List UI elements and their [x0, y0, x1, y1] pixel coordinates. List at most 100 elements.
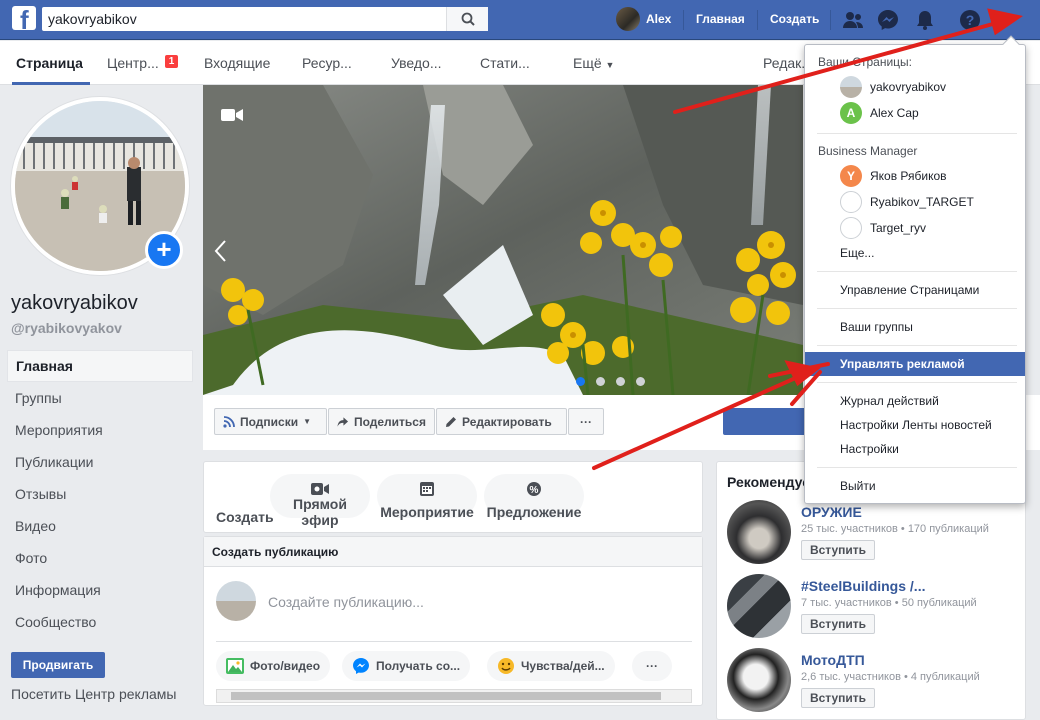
chevron-down-icon: ▼	[303, 417, 312, 426]
rss-icon	[223, 415, 235, 428]
photo-video-button[interactable]: Фото/видео	[216, 651, 331, 681]
divider	[817, 308, 1017, 309]
page-name: Alex Cap	[870, 106, 919, 120]
promote-button[interactable]: Продвигать	[11, 652, 105, 678]
menu-item-bm-ryabikov-target[interactable]: Ryabikov_TARGET	[840, 191, 974, 213]
your-pages-header: Ваши Страницы:	[818, 55, 913, 69]
friends-icon[interactable]	[841, 8, 865, 32]
tab-inbox[interactable]: Входящие	[204, 55, 270, 71]
cover-photo[interactable]	[203, 85, 803, 395]
join-group-button[interactable]: Вступить	[801, 688, 875, 708]
group-image[interactable]	[727, 648, 791, 712]
left-nav-home[interactable]: Главная	[7, 350, 193, 382]
post-composer: Создать публикацию Создайте публикацию..…	[203, 536, 703, 706]
menu-item-manage-pages[interactable]: Управление Страницами	[840, 283, 979, 297]
notifications-icon[interactable]	[913, 8, 937, 32]
divider	[830, 10, 831, 30]
left-nav-groups[interactable]: Группы	[7, 382, 193, 414]
get-messages-button[interactable]: Получать со...	[342, 651, 471, 681]
tab-center-label: Центр...	[107, 55, 159, 71]
left-nav-video[interactable]: Видео	[7, 510, 193, 542]
menu-item-news-feed-settings[interactable]: Настройки Ленты новостей	[840, 418, 992, 432]
event-button[interactable]: Мероприятие	[377, 474, 477, 520]
more-composer-options-button[interactable]: ···	[632, 651, 672, 681]
cover-image	[203, 85, 803, 395]
tab-more[interactable]: Ещё ▼	[573, 55, 614, 71]
slide-indicators	[576, 377, 645, 386]
feeling-activity-button[interactable]: Чувства/дей...	[487, 651, 615, 681]
group-name[interactable]: МотоДТП	[801, 652, 865, 668]
home-link[interactable]: Главная	[696, 12, 745, 26]
menu-item-logout[interactable]: Выйти	[840, 479, 876, 493]
messenger-icon[interactable]	[876, 8, 900, 32]
menu-item-page-yakovryabikov[interactable]: yakovryabikov	[840, 76, 946, 98]
search-input[interactable]: yakovryabikov	[42, 11, 446, 27]
live-video-button[interactable]: Прямой эфир	[270, 474, 370, 528]
account-name: Target_ryv	[870, 221, 927, 235]
slide-dot[interactable]	[616, 377, 625, 386]
event-label: Мероприятие	[380, 504, 474, 520]
search-box[interactable]: yakovryabikov	[42, 7, 488, 31]
previous-slide-icon[interactable]	[213, 239, 229, 263]
offer-button[interactable]: % Предложение	[484, 474, 584, 520]
join-group-button[interactable]: Вступить	[801, 614, 875, 634]
create-link[interactable]: Создать	[770, 12, 819, 26]
tab-resources[interactable]: Ресур...	[302, 55, 352, 71]
ads-center-link[interactable]: Посетить Центр рекламы	[11, 686, 176, 702]
group-image[interactable]	[727, 574, 791, 638]
left-nav-reviews[interactable]: Отзывы	[7, 478, 193, 510]
menu-item-page-alex-cap[interactable]: A Alex Cap	[840, 102, 919, 124]
scrollbar-thumb[interactable]	[231, 692, 661, 700]
search-button[interactable]	[446, 7, 488, 31]
horizontal-scrollbar[interactable]	[216, 689, 692, 703]
share-button[interactable]: Поделиться	[328, 408, 435, 435]
page-avatar	[216, 581, 256, 621]
tab-center[interactable]: Центр... 1	[107, 55, 179, 71]
create-label: Создать	[216, 509, 274, 525]
photo-video-label: Фото/видео	[250, 659, 321, 673]
group-image[interactable]	[727, 500, 791, 564]
slide-dot[interactable]	[596, 377, 605, 386]
svg-text:?: ?	[966, 12, 975, 28]
recommended-title: Рекомендуе	[727, 474, 811, 490]
page-handle[interactable]: @ryabikovyakov	[11, 320, 122, 336]
get-messages-label: Получать со...	[376, 659, 461, 673]
tab-more-label: Ещё	[573, 55, 602, 71]
left-nav-about[interactable]: Информация	[7, 574, 193, 606]
user-avatar	[616, 7, 640, 31]
tab-stats[interactable]: Стати...	[480, 55, 530, 71]
group-name[interactable]: ОРУЖИЕ	[801, 504, 862, 520]
left-nav-events[interactable]: Мероприятия	[7, 414, 193, 446]
more-dots-icon: ···	[580, 414, 592, 429]
left-nav-community[interactable]: Сообщество	[7, 606, 193, 638]
primary-action-button[interactable]	[723, 408, 813, 435]
account-name: Яков Рябиков	[870, 169, 947, 183]
tab-page[interactable]: Страница	[16, 55, 83, 71]
facebook-logo-icon[interactable]: f	[12, 6, 36, 30]
menu-item-manage-ads[interactable]: Управлять рекламой	[805, 352, 1025, 376]
slide-dot[interactable]	[636, 377, 645, 386]
account-menu-icon[interactable]	[995, 8, 1019, 32]
slide-dot[interactable]	[576, 377, 585, 386]
subscriptions-button[interactable]: Подписки ▼	[214, 408, 327, 435]
menu-item-settings[interactable]: Настройки	[840, 442, 899, 456]
tab-notifications[interactable]: Уведо...	[391, 55, 442, 71]
user-profile-link[interactable]: Alex	[616, 7, 671, 31]
help-icon[interactable]: ?	[958, 8, 982, 32]
top-bar: f yakovryabikov Alex Главная Создать ?	[0, 0, 1040, 40]
group-name[interactable]: #SteelBuildings /...	[801, 578, 925, 594]
menu-item-bm-yakov[interactable]: Y Яков Рябиков	[840, 165, 947, 187]
left-nav-photos[interactable]: Фото	[7, 542, 193, 574]
edit-page-button[interactable]: Редактировать	[436, 408, 567, 435]
divider	[817, 345, 1017, 346]
join-group-button[interactable]: Вступить	[801, 540, 875, 560]
left-nav-posts[interactable]: Публикации	[7, 446, 193, 478]
more-options-button[interactable]: ···	[568, 408, 604, 435]
composer-input[interactable]: Создайте публикацию...	[268, 594, 424, 610]
add-photo-button[interactable]: +	[145, 231, 183, 269]
menu-item-bm-target-ryv[interactable]: Target_ryv	[840, 217, 926, 239]
page-avatar: A	[840, 102, 862, 124]
menu-item-your-groups[interactable]: Ваши группы	[840, 320, 913, 334]
menu-item-more[interactable]: Еще...	[840, 246, 874, 260]
menu-item-activity-log[interactable]: Журнал действий	[840, 394, 939, 408]
